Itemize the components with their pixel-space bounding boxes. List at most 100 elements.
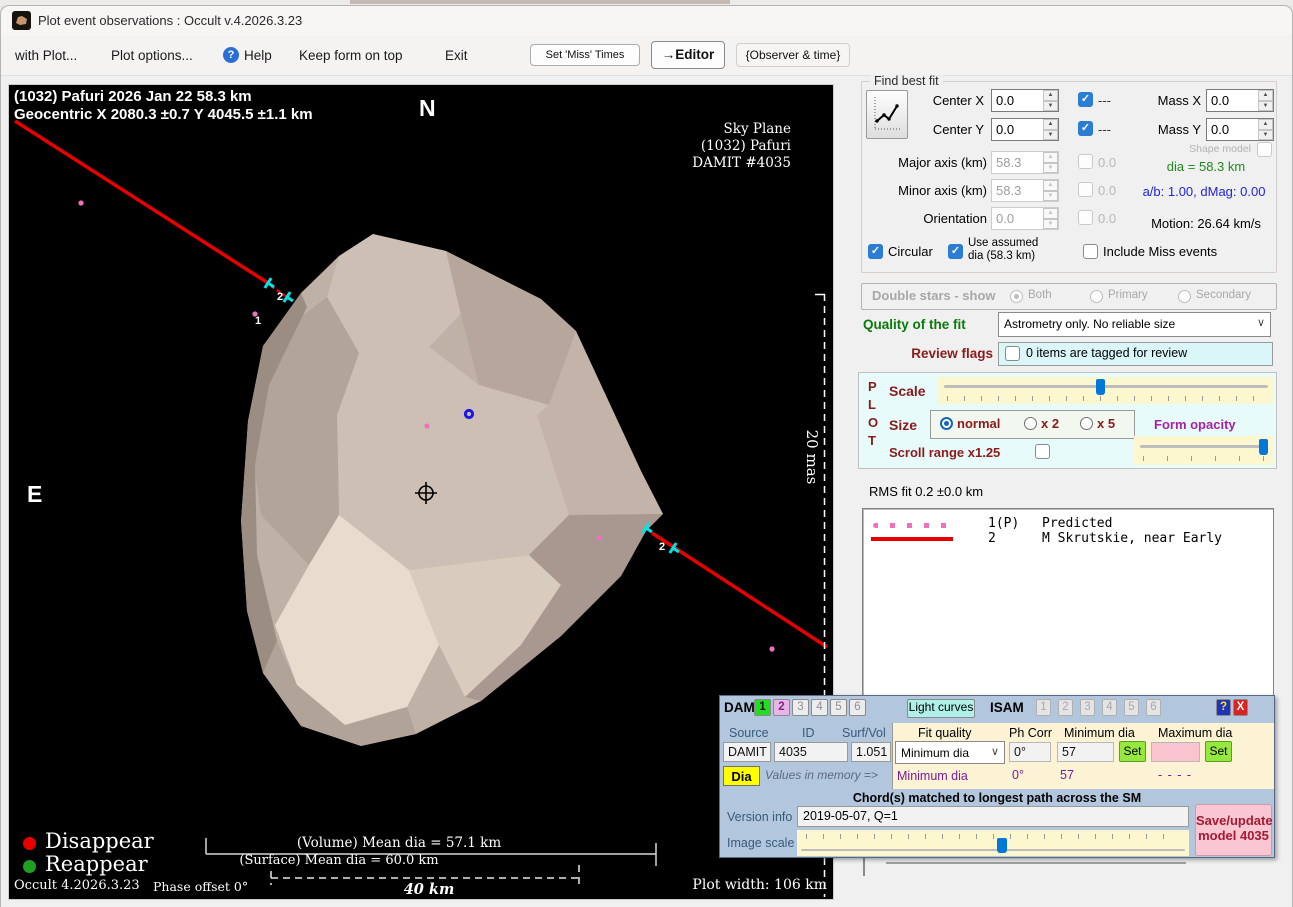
sky-plane-plot[interactable]: (1032) Pafuri 2026 Jan 22 58.3 km Geocen… xyxy=(9,85,833,899)
screen: { "window": { "title": "Plot event obser… xyxy=(0,0,1293,907)
isam-model-1-button[interactable]: 1 xyxy=(1036,699,1051,716)
size-label: Size xyxy=(889,417,917,433)
damit-model-4-button[interactable]: 4 xyxy=(811,699,828,716)
scroll-range-checkbox[interactable] xyxy=(1035,444,1050,459)
chevron-down-icon: ∨ xyxy=(991,745,999,758)
sky-plane-caption-2: (1032) Pafuri xyxy=(609,138,791,154)
save-update-button[interactable]: Save/update model 4035 xyxy=(1195,804,1272,856)
use-assumed-line2: dia (58.3 km) xyxy=(968,250,1035,262)
fit-chart-button[interactable] xyxy=(866,90,908,139)
orientation-flag: 0.0 xyxy=(1098,211,1116,226)
major-axis-checkbox[interactable] xyxy=(1078,154,1093,169)
menu-keep-form-on-top[interactable]: Keep form on top xyxy=(299,48,403,63)
fit-quality-dropdown[interactable]: Minimum dia ∨ xyxy=(895,741,1005,764)
image-scale-slider-thumb[interactable] xyxy=(997,838,1007,853)
background-window-text-fragment xyxy=(350,0,730,4)
isam-model-4-button[interactable]: 4 xyxy=(1102,699,1117,716)
orientation-spinner[interactable]: 0.0▲▼ xyxy=(991,207,1059,230)
minor-axis-spinner[interactable]: 58.3▲▼ xyxy=(991,179,1059,202)
volume-dia-label: (Volume) Mean dia = 57.1 km xyxy=(199,835,599,851)
plot-letter-p: P xyxy=(868,379,877,394)
id-column-label: ID xyxy=(802,726,815,740)
light-curves-button[interactable]: Light curves xyxy=(907,699,975,718)
editor-button[interactable]: →Editor xyxy=(651,41,725,69)
size-normal-radio[interactable] xyxy=(940,417,953,430)
center-y-checkbox[interactable]: ✓ xyxy=(1078,121,1093,136)
shape-model-checkbox[interactable] xyxy=(1257,142,1272,157)
damit-close-button[interactable]: X xyxy=(1233,699,1248,716)
double-stars-both-radio[interactable] xyxy=(1010,290,1023,303)
quality-of-fit-label: Quality of the fit xyxy=(863,317,966,332)
include-miss-checkbox[interactable] xyxy=(1083,244,1098,259)
review-flags-checkbox[interactable] xyxy=(1005,346,1020,361)
damit-model-2-button[interactable]: 2 xyxy=(773,699,790,716)
damit-model-6-button[interactable]: 6 xyxy=(849,699,866,716)
minor-axis-checkbox[interactable] xyxy=(1078,182,1093,197)
damit-model-5-button[interactable]: 5 xyxy=(830,699,847,716)
menu-plot-options[interactable]: Plot options... xyxy=(111,48,193,63)
orientation-checkbox[interactable] xyxy=(1078,210,1093,225)
isam-model-5-button[interactable]: 5 xyxy=(1124,699,1139,716)
version-info-field[interactable]: 2019-05-07, Q=1 xyxy=(797,806,1189,827)
quality-of-fit-value: Astrometry only. No reliable size xyxy=(1004,317,1175,331)
title-bar[interactable]: Plot event observations : Occult v.4.202… xyxy=(1,6,1292,35)
double-stars-secondary-radio[interactable] xyxy=(1178,290,1191,303)
scale-slider-thumb[interactable] xyxy=(1096,379,1105,395)
center-x-spinner[interactable]: 0.0▲▼ xyxy=(991,89,1059,112)
review-flags-text: 0 items are tagged for review xyxy=(1026,346,1187,360)
circular-checkbox[interactable]: ✓ xyxy=(868,244,883,259)
isam-model-2-button[interactable]: 2 xyxy=(1058,699,1073,716)
review-flags-box: 0 items are tagged for review xyxy=(998,342,1273,366)
set-min-dia-button[interactable]: Set xyxy=(1119,741,1146,762)
image-scale-label: Image scale xyxy=(727,836,794,850)
menu-with-plot[interactable]: with Plot... xyxy=(15,48,77,63)
plot-title-line2: Geocentric X 2080.3 ±0.7 Y 4045.5 ±1.1 k… xyxy=(14,106,313,123)
menu-exit[interactable]: Exit xyxy=(445,48,468,63)
isam-model-6-button[interactable]: 6 xyxy=(1146,699,1161,716)
observer-legend-list[interactable]: 1(P) Predicted 2 M Skrutskie, near Early xyxy=(862,508,1274,703)
chart-line-glyph xyxy=(877,106,897,121)
double-stars-both-label: Both xyxy=(1028,289,1052,301)
chevron-down-icon: ∨ xyxy=(1257,316,1265,329)
mass-y-spinner[interactable]: 0.0▲▼ xyxy=(1206,118,1274,141)
form-opacity-slider[interactable] xyxy=(1134,436,1274,465)
shape-model-label: Shape model xyxy=(1179,143,1251,155)
size-x2-radio[interactable] xyxy=(1024,417,1037,430)
disappear-dot xyxy=(23,837,36,850)
plot-letter-t: T xyxy=(868,433,876,448)
form-opacity-slider-thumb[interactable] xyxy=(1259,439,1268,455)
menu-help[interactable]: Help xyxy=(244,48,272,63)
double-stars-primary-radio[interactable] xyxy=(1090,290,1103,303)
size-x5-radio[interactable] xyxy=(1080,417,1093,430)
scale-slider[interactable] xyxy=(938,377,1274,404)
rms-fit-label: RMS fit 0.2 ±0.0 km xyxy=(869,484,983,499)
set-miss-times-button[interactable]: Set 'Miss' Times xyxy=(530,44,640,66)
damit-panel: DAMIT 1 2 3 4 5 6 Light curves ISAM 1 2 … xyxy=(719,695,1275,858)
damit-model-3-button[interactable]: 3 xyxy=(792,699,809,716)
mass-x-spinner[interactable]: 0.0▲▼ xyxy=(1206,89,1274,112)
image-scale-slider[interactable] xyxy=(797,830,1189,856)
damit-help-button[interactable]: ? xyxy=(1216,699,1231,716)
set-max-dia-button[interactable]: Set xyxy=(1205,741,1232,762)
ph-corr-column-label: Ph Corr xyxy=(1009,726,1052,740)
save-update-line2: model 4035 xyxy=(1196,828,1271,843)
center-y-flag: --- xyxy=(1098,122,1111,137)
use-assumed-dia-checkbox[interactable]: ✓ xyxy=(948,244,963,259)
observer-time-button[interactable]: {Observer & time} xyxy=(736,43,850,67)
menu-bar: with Plot... Plot options... ? Help Keep… xyxy=(1,35,1292,76)
max-dia-field[interactable] xyxy=(1151,742,1200,762)
center-x-checkbox[interactable]: ✓ xyxy=(1078,92,1093,107)
major-axis-spinner[interactable]: 58.3▲▼ xyxy=(991,151,1059,174)
asteroid-shape-model[interactable] xyxy=(241,234,663,746)
isam-model-3-button[interactable]: 3 xyxy=(1080,699,1095,716)
legend-row-1-dots xyxy=(873,523,951,528)
dia-button[interactable]: Dia xyxy=(723,766,760,786)
min-dia-column-label: Minimum dia xyxy=(1064,726,1135,740)
damit-model-1-button[interactable]: 1 xyxy=(754,699,771,716)
plot-letter-o: O xyxy=(868,415,878,430)
east-label: E xyxy=(27,481,42,508)
app-icon xyxy=(12,11,31,30)
max-dia-column-label: Maximum dia xyxy=(1158,726,1232,740)
center-y-spinner[interactable]: 0.0▲▼ xyxy=(991,118,1059,141)
quality-of-fit-dropdown[interactable]: Astrometry only. No reliable size ∨ xyxy=(998,312,1271,337)
